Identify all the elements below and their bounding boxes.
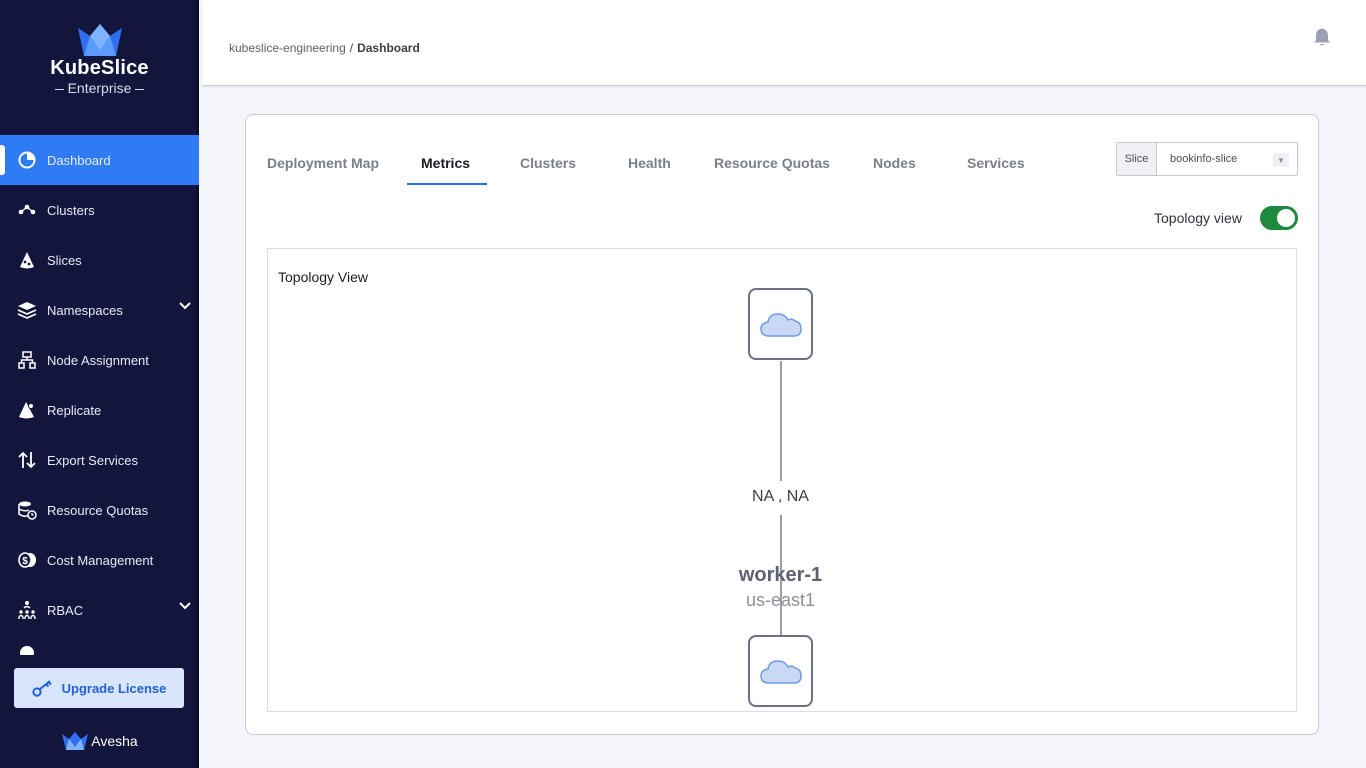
database-clock-icon [17,500,37,520]
cluster-nodes-icon [17,200,37,220]
sidebar-item-clusters[interactable]: Clusters [0,185,199,235]
tab-clusters[interactable]: Clusters [520,155,576,171]
sidebar-item-node-assignment[interactable]: Node Assignment [0,335,199,385]
slice-icon [17,250,37,270]
key-icon [32,680,52,697]
avesha-brand: Avesha [0,731,199,751]
sidebar-item-label: Slices [47,252,82,268]
up-down-arrows-icon [17,450,37,470]
cost-coins-icon: $ [17,550,37,570]
slice-select[interactable]: Slice bookinfo-slice ▼ [1116,142,1298,176]
topology-toggle-label: Topology view [1154,210,1242,226]
slice-select-label: Slice [1117,143,1157,175]
topology-edge-upper [780,361,782,481]
upgrade-license-label: Upgrade License [61,680,167,696]
brand-edition: Enterprise [0,80,199,96]
sidebar-nav: Dashboard Clusters Slices Namespaces Nod… [0,135,199,655]
settings-icon [17,635,37,655]
tab-metrics[interactable]: Metrics [421,155,470,171]
dashboard-card: Deployment Map Metrics Clusters Health R… [245,114,1319,735]
active-tab-indicator [407,183,487,185]
topology-toggle-row: Topology view [1154,206,1298,230]
sidebar-item-label: Resource Quotas [47,502,149,518]
sidebar-item-label: Node Assignment [47,352,149,368]
sidebar-item-partial[interactable] [0,635,199,655]
replicate-icon [17,400,37,420]
sidebar-item-label: Dashboard [47,152,111,168]
topology-view-toggle[interactable] [1260,206,1298,230]
worker-cluster-name: worker-1 [738,564,823,586]
breadcrumb-project[interactable]: kubeslice-engineering [229,41,346,55]
controller-cloud-node[interactable] [748,288,813,360]
tab-bar: Deployment Map Metrics Clusters Health R… [246,115,1106,187]
sidebar-item-cost-management[interactable]: $ Cost Management [0,535,199,585]
breadcrumb: kubeslice-engineering / Dashboard [229,41,420,55]
tab-deployment-map[interactable]: Deployment Map [267,155,379,171]
upgrade-license-button[interactable]: Upgrade License [14,668,184,708]
people-network-icon [17,600,37,620]
bell-icon[interactable] [1312,27,1332,47]
layers-icon [17,300,37,320]
node-tree-icon [17,350,37,370]
sidebar-item-namespaces[interactable]: Namespaces [0,285,199,335]
edge-metrics-label: NA , NA [730,488,831,506]
chevron-down-icon[interactable] [179,602,191,610]
tab-resource-quotas[interactable]: Resource Quotas [714,155,830,171]
sidebar-item-label: Replicate [47,402,102,418]
svg-text:$: $ [22,556,28,567]
sidebar-item-resource-quotas[interactable]: Resource Quotas [0,485,199,535]
tab-health[interactable]: Health [628,155,671,171]
tab-nodes[interactable]: Nodes [873,155,916,171]
crown-logo-icon [77,24,122,56]
sidebar: KubeSlice Enterprise Dashboard Clusters … [0,0,199,768]
worker-cloud-node[interactable] [748,635,813,707]
sidebar-item-replicate[interactable]: Replicate [0,385,199,435]
cloud-icon [759,660,802,684]
breadcrumb-current: Dashboard [357,41,420,55]
sidebar-item-label: Export Services [47,452,139,468]
worker-cluster-region: us-east1 [745,590,816,610]
sidebar-item-label: Clusters [47,202,95,218]
pie-chart-icon [17,150,37,170]
breadcrumb-separator: / [349,41,354,55]
sidebar-item-dashboard[interactable]: Dashboard [0,135,199,185]
sidebar-item-rbac[interactable]: RBAC [0,585,199,635]
sidebar-item-label: Cost Management [47,552,154,568]
sidebar-item-slices[interactable]: Slices [0,235,199,285]
topology-title: Topology View [278,269,369,285]
dropdown-arrow-icon[interactable]: ▼ [1273,153,1289,167]
top-bar: kubeslice-engineering / Dashboard [202,0,1366,86]
avesha-logo-icon [62,732,89,750]
brand-name: KubeSlice [50,57,149,79]
sidebar-item-export-services[interactable]: Export Services [0,435,199,485]
sidebar-item-label: RBAC [47,602,84,618]
chevron-down-icon[interactable] [179,302,191,310]
sidebar-item-label: Namespaces [47,302,123,318]
brand[interactable]: KubeSlice Enterprise [0,22,199,96]
cloud-icon [759,313,802,337]
topology-view-panel: Topology View NA , NA worker-1 us-east1 [267,248,1297,712]
tab-services[interactable]: Services [967,155,1025,171]
avesha-label: Avesha [91,733,138,749]
toggle-knob [1277,209,1295,227]
